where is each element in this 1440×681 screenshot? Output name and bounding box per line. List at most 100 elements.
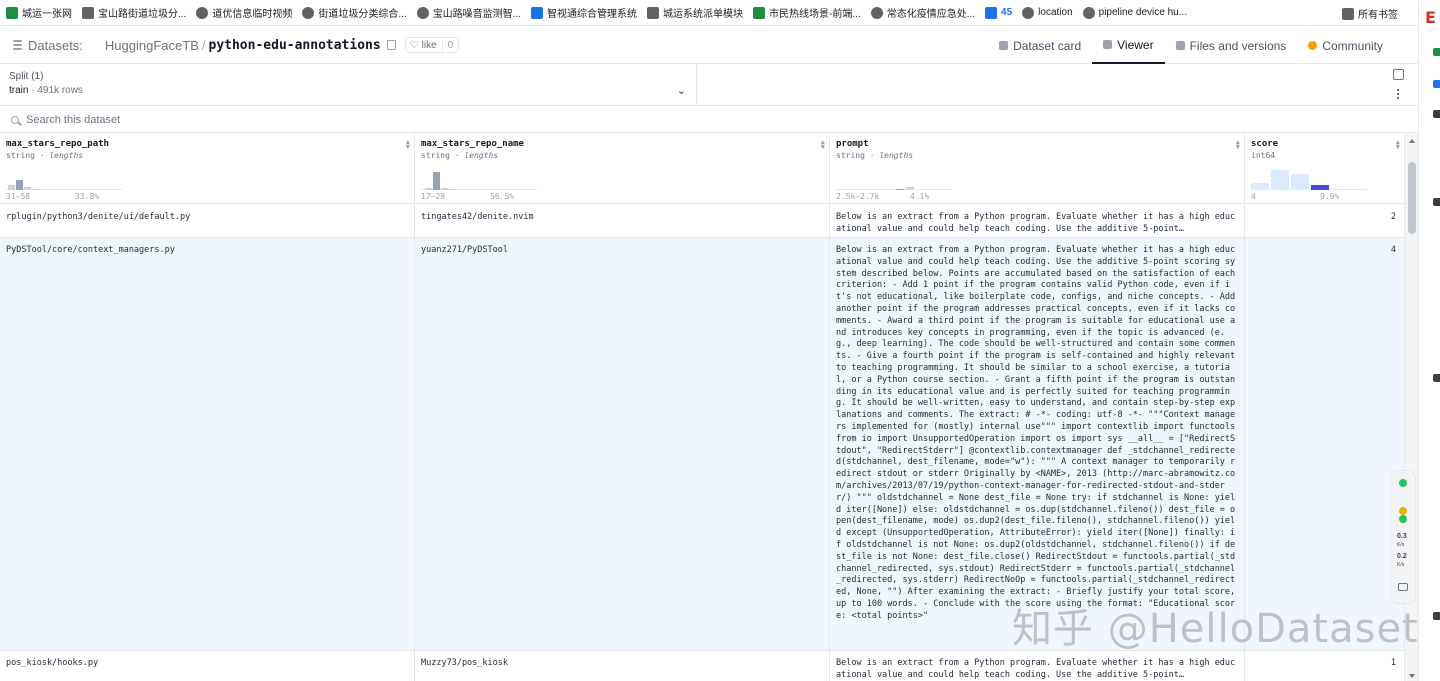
dataset-name[interactable]: python-edu-annotations (209, 38, 381, 53)
cell-path[interactable]: PyDSTool/core/context_managers.py (0, 238, 415, 650)
camera-icon[interactable] (1398, 583, 1408, 591)
histogram-range: 2.5k–2.7k (836, 192, 880, 201)
cell-prompt[interactable]: Below is an extract from a Python progra… (830, 238, 1245, 650)
table-header: max_stars_repo_path string · lengths ▲ ▼ … (0, 134, 1404, 204)
split-row-count: 491k rows (37, 85, 83, 96)
status-dot-icon (1399, 507, 1407, 515)
globe-icon (416, 6, 429, 19)
all-bookmarks-folder[interactable]: 所有书签 (1342, 6, 1398, 21)
bookmark-item[interactable]: 道优信息临时视频 (196, 5, 292, 20)
layout-icon[interactable] (1392, 69, 1404, 80)
cell-score[interactable]: 4 (1245, 238, 1404, 650)
org-link[interactable]: HuggingFaceTB (105, 38, 199, 53)
cell-score[interactable]: 2 (1245, 205, 1404, 237)
globe-icon (302, 6, 315, 19)
column-header-path[interactable]: max_stars_repo_path string · lengths ▲ ▼ … (0, 134, 415, 204)
checkbox-icon[interactable] (1433, 110, 1440, 118)
column-header-prompt[interactable]: prompt string · lengths ▲ ▼ 2.5k–2.7k 4.1… (830, 134, 1245, 204)
table-row[interactable]: pos_kiosk/hooks.py Muzzy73/pos_kiosk Bel… (0, 651, 1404, 681)
histogram-percent: 4.1% (910, 192, 930, 201)
cell-repo-name[interactable]: Muzzy73/pos_kiosk (415, 651, 830, 681)
chart-icon[interactable] (1433, 80, 1440, 88)
bookmark-item[interactable]: 宝山路噪音监测智... (416, 5, 521, 20)
star-icon[interactable] (1433, 48, 1440, 56)
tab-dataset-card[interactable]: Dataset card (988, 27, 1092, 64)
bookmark-item[interactable]: 城运系统派单模块 (647, 5, 743, 20)
copy-icon[interactable] (386, 40, 396, 50)
cell-path[interactable]: rplugin/python3/denite/ui/default.py (0, 205, 415, 237)
globe-icon (196, 6, 209, 19)
bookmark-item[interactable]: 市民热线场景-前端... (753, 5, 861, 20)
dataset-header: Datasets: HuggingFaceTB / python-edu-ann… (0, 27, 1418, 64)
network-speed-widget[interactable]: 0.3 K/s 0.2 K/s (1390, 470, 1416, 604)
scroll-up-arrow[interactable] (1409, 139, 1415, 143)
length-histogram[interactable] (6, 170, 122, 190)
search-input[interactable] (26, 113, 526, 126)
search-icon (1082, 6, 1095, 19)
cell-repo-name[interactable]: yuanz271/PyDSTool (415, 238, 830, 650)
table-row[interactable]: rplugin/python3/denite/ui/default.py tin… (0, 205, 1404, 238)
bookmark-item[interactable]: pipeline device hu... (1082, 6, 1187, 19)
split-name: train (9, 85, 29, 96)
wifi-icon[interactable] (1433, 198, 1440, 206)
more-options-icon[interactable] (1396, 89, 1400, 99)
histogram-range: 4 (1251, 192, 1256, 201)
sort-icon[interactable]: ▲ ▼ (821, 139, 825, 151)
cell-path[interactable]: pos_kiosk/hooks.py (0, 651, 415, 681)
bookmark-item[interactable]: 智视通综合管理系统 (531, 5, 637, 20)
column-header-score[interactable]: score int64 ▲ ▼ 4 9.9% (1245, 134, 1404, 204)
scroll-thumb[interactable] (1408, 162, 1416, 234)
tab-files-and-versions[interactable]: Files and versions (1165, 27, 1298, 64)
score-histogram[interactable] (1251, 170, 1367, 190)
bookmark-item[interactable]: location (1022, 6, 1073, 19)
page-icon (82, 6, 94, 19)
search-icon (11, 115, 19, 124)
extension-e-icon[interactable]: E (1425, 8, 1436, 27)
download-unit: K/s (1397, 562, 1405, 568)
dataset-tabs: Dataset card Viewer Files and versions C… (988, 27, 1394, 64)
histogram-percent: 9.9% (1320, 192, 1340, 201)
dataset-icon (13, 40, 22, 50)
sort-icon[interactable]: ▲ ▼ (1396, 139, 1400, 151)
split-title: Split (1) (9, 71, 44, 82)
sort-icon[interactable]: ▲ ▼ (1236, 139, 1240, 151)
search-bar (0, 107, 1418, 133)
bookmark-item[interactable]: 街道垃圾分类综合... (302, 5, 407, 20)
bookmarks-bar: 城运一张网 宝山路街道垃圾分... 道优信息临时视频 街道垃圾分类综合... 宝… (0, 0, 1418, 26)
sort-icon[interactable]: ▲ ▼ (406, 139, 410, 151)
bookmark-item[interactable]: 常态化疫情应急处... (870, 5, 975, 20)
download-speed: 0.2 (1397, 553, 1407, 560)
cell-prompt[interactable]: Below is an extract from a Python progra… (830, 651, 1245, 681)
table-row-selected[interactable]: PyDSTool/core/context_managers.py yuanz2… (0, 238, 1404, 651)
length-histogram[interactable] (836, 170, 952, 190)
bookmark-item[interactable]: 城运一张网 (6, 5, 72, 20)
vue-icon (6, 6, 18, 19)
card-icon (999, 41, 1009, 50)
split-dot: · (31, 85, 35, 96)
status-dot-icon (1399, 479, 1407, 487)
screenshot-icon[interactable] (1433, 374, 1440, 382)
length-histogram[interactable] (421, 170, 537, 190)
split-dropdown[interactable]: Split (1) train · 491k rows ⌄ (0, 64, 697, 106)
upload-speed: 0.3 (1397, 533, 1407, 540)
cell-repo-name[interactable]: tingates42/denite.nvim (415, 205, 830, 237)
bookmark-item[interactable]: 宝山路街道垃圾分... (82, 5, 186, 20)
number-icon (985, 6, 998, 19)
histogram-percent: 56.5% (490, 192, 515, 201)
scroll-down-arrow[interactable] (1409, 674, 1415, 678)
tab-community[interactable]: Community (1297, 27, 1394, 64)
histogram-percent: 33.8% (75, 192, 100, 201)
datasets-label[interactable]: Datasets: (28, 38, 83, 53)
bookmark-item[interactable]: 45 (985, 6, 1012, 19)
chevron-down-icon[interactable]: ⌄ (677, 84, 686, 97)
monitor-icon (531, 6, 544, 19)
community-icon (1308, 41, 1318, 50)
browser-side-panel: E (1418, 0, 1440, 681)
cell-score[interactable]: 1 (1245, 651, 1404, 681)
like-count: 0 (441, 39, 459, 51)
cell-prompt[interactable]: Below is an extract from a Python progra… (830, 205, 1245, 237)
like-button[interactable]: ♡ like 0 (404, 37, 460, 53)
column-header-repo-name[interactable]: max_stars_repo_name string · lengths ▲ ▼ … (415, 134, 830, 204)
funnel-icon[interactable] (1433, 612, 1440, 620)
tab-viewer[interactable]: Viewer (1092, 27, 1165, 64)
